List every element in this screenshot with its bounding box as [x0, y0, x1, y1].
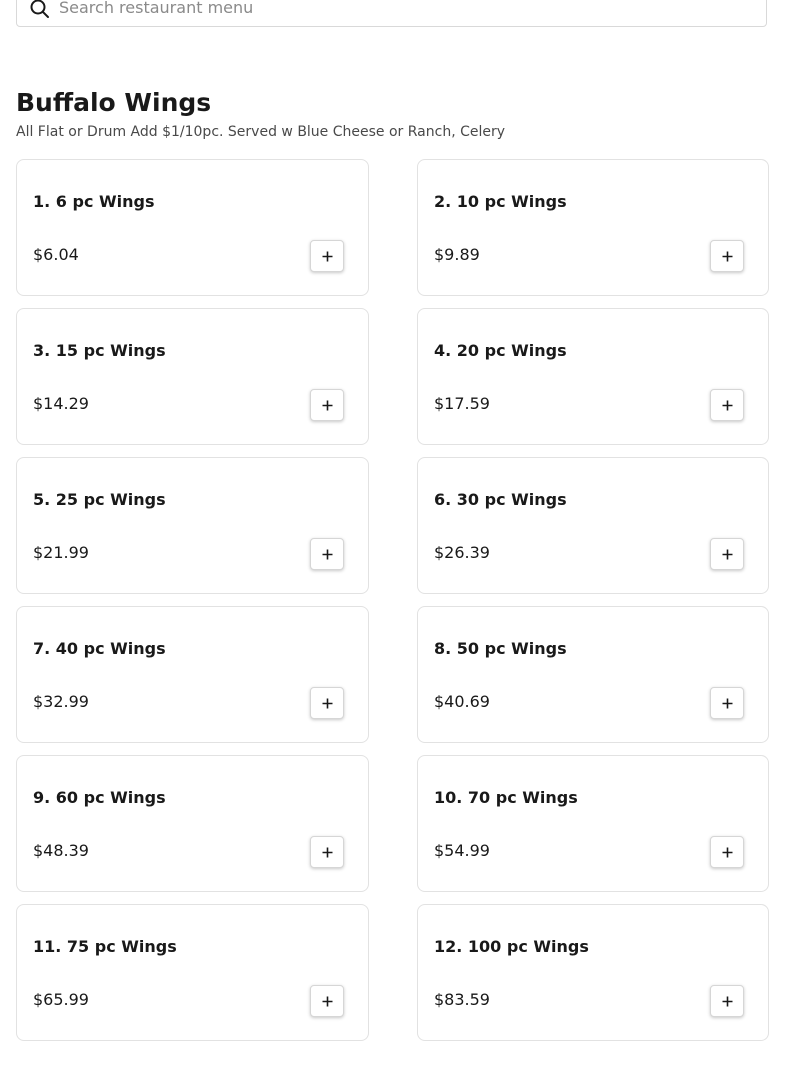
plus-icon: [722, 400, 732, 410]
item-name: 4. 20 pc Wings: [434, 341, 567, 360]
plus-icon: [722, 698, 732, 708]
menu-items-grid: 1. 6 pc Wings $6.04 2. 10 pc Wings $9.89…: [16, 159, 769, 1041]
menu-item-card[interactable]: 4. 20 pc Wings $17.59: [417, 308, 769, 445]
plus-icon: [722, 251, 732, 261]
item-price: $14.29: [33, 394, 89, 413]
item-price: $54.99: [434, 841, 490, 860]
item-name: 3. 15 pc Wings: [33, 341, 166, 360]
plus-icon: [322, 400, 332, 410]
add-item-button[interactable]: [710, 240, 744, 272]
item-name: 12. 100 pc Wings: [434, 937, 589, 956]
item-price: $21.99: [33, 543, 89, 562]
plus-icon: [322, 847, 332, 857]
plus-icon: [322, 996, 332, 1006]
item-name: 5. 25 pc Wings: [33, 490, 166, 509]
search-bar[interactable]: [16, 0, 767, 27]
item-name: 6. 30 pc Wings: [434, 490, 567, 509]
item-price: $65.99: [33, 990, 89, 1009]
item-name: 8. 50 pc Wings: [434, 639, 567, 658]
item-price: $48.39: [33, 841, 89, 860]
add-item-button[interactable]: [310, 985, 344, 1017]
plus-icon: [722, 847, 732, 857]
item-name: 7. 40 pc Wings: [33, 639, 166, 658]
item-price: $32.99: [33, 692, 89, 711]
item-name: 11. 75 pc Wings: [33, 937, 177, 956]
menu-item-card[interactable]: 3. 15 pc Wings $14.29: [16, 308, 369, 445]
menu-item-card[interactable]: 1. 6 pc Wings $6.04: [16, 159, 369, 296]
plus-icon: [722, 996, 732, 1006]
item-price: $9.89: [434, 245, 480, 264]
add-item-button[interactable]: [310, 687, 344, 719]
item-price: $17.59: [434, 394, 490, 413]
menu-item-card[interactable]: 7. 40 pc Wings $32.99: [16, 606, 369, 743]
section-title: Buffalo Wings: [16, 88, 212, 117]
menu-item-card[interactable]: 9. 60 pc Wings $48.39: [16, 755, 369, 892]
menu-item-card[interactable]: 6. 30 pc Wings $26.39: [417, 457, 769, 594]
add-item-button[interactable]: [710, 985, 744, 1017]
plus-icon: [322, 698, 332, 708]
item-name: 1. 6 pc Wings: [33, 192, 155, 211]
menu-item-card[interactable]: 2. 10 pc Wings $9.89: [417, 159, 769, 296]
plus-icon: [322, 251, 332, 261]
item-price: $6.04: [33, 245, 79, 264]
item-price: $40.69: [434, 692, 490, 711]
menu-item-card[interactable]: 5. 25 pc Wings $21.99: [16, 457, 369, 594]
add-item-button[interactable]: [310, 389, 344, 421]
plus-icon: [722, 549, 732, 559]
item-name: 10. 70 pc Wings: [434, 788, 578, 807]
item-name: 2. 10 pc Wings: [434, 192, 567, 211]
add-item-button[interactable]: [710, 836, 744, 868]
plus-icon: [322, 549, 332, 559]
section-description: All Flat or Drum Add $1/10pc. Served w B…: [16, 124, 506, 140]
add-item-button[interactable]: [310, 836, 344, 868]
search-input[interactable]: [59, 0, 749, 20]
add-item-button[interactable]: [710, 389, 744, 421]
item-price: $26.39: [434, 543, 490, 562]
item-name: 9. 60 pc Wings: [33, 788, 166, 807]
search-icon: [30, 0, 49, 18]
item-price: $83.59: [434, 990, 490, 1009]
menu-item-card[interactable]: 8. 50 pc Wings $40.69: [417, 606, 769, 743]
add-item-button[interactable]: [710, 687, 744, 719]
add-item-button[interactable]: [710, 538, 744, 570]
menu-item-card[interactable]: 11. 75 pc Wings $65.99: [16, 904, 369, 1041]
menu-item-card[interactable]: 12. 100 pc Wings $83.59: [417, 904, 769, 1041]
menu-item-card[interactable]: 10. 70 pc Wings $54.99: [417, 755, 769, 892]
add-item-button[interactable]: [310, 240, 344, 272]
add-item-button[interactable]: [310, 538, 344, 570]
